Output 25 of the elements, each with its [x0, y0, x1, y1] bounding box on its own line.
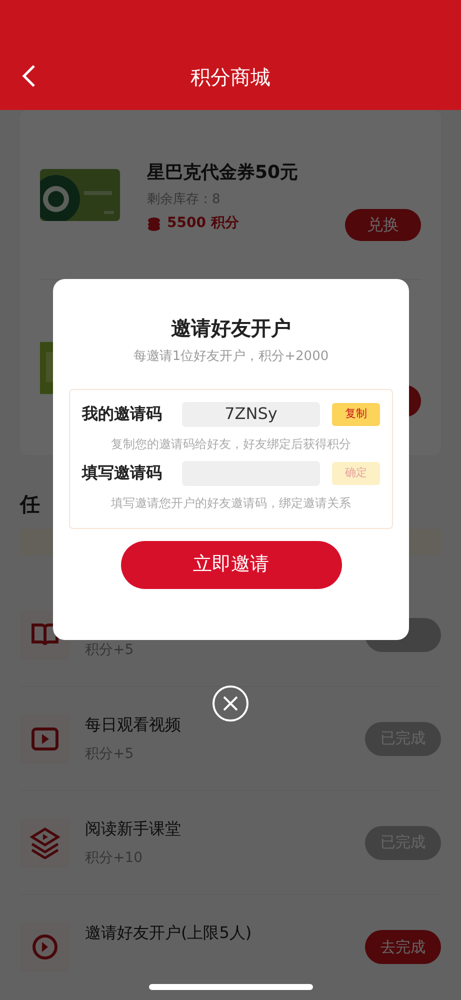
play-icon	[31, 726, 59, 750]
copy-button[interactable]: 复制	[332, 402, 380, 426]
hint-text: 复制您的邀请码给好友，好友绑定后获得积分	[110, 436, 352, 452]
book-icon	[30, 622, 60, 648]
code-field: 7ZNSy	[182, 402, 320, 426]
coins-icon	[147, 216, 161, 231]
code-label: 我的邀请码	[82, 403, 163, 425]
layers-icon	[29, 826, 61, 858]
close-icon[interactable]	[212, 685, 249, 722]
section-title: 任	[20, 491, 40, 518]
redeem-button[interactable]: 兑换	[345, 209, 421, 241]
invite-button[interactable]: 立即邀请	[120, 540, 342, 588]
task-title: 阅读新手课堂	[85, 818, 181, 840]
product-title: 星巴克代金券50元	[147, 160, 300, 185]
task-title: 每日观看视频	[85, 714, 181, 736]
dialog-subtitle: 每邀请1位好友开户，积分+2000	[133, 348, 329, 366]
code-label: 填写邀请码	[82, 462, 163, 484]
dialog-title: 邀请好友开户	[171, 315, 291, 342]
back-icon[interactable]	[22, 64, 36, 88]
page-title: 积分商城	[190, 64, 270, 91]
invite-icon	[31, 933, 59, 961]
hint-text: 填写邀请您开户的好友邀请码，绑定邀请关系	[110, 494, 352, 512]
task-button[interactable]: 去完成	[365, 930, 441, 964]
points-price: 5500 积分	[167, 214, 239, 234]
task-title: 邀请好友开户(上限5人)	[85, 922, 252, 944]
